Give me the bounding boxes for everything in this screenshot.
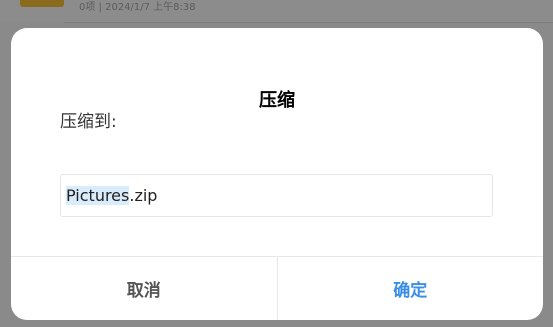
filename-selected-text: Pictures xyxy=(66,186,130,205)
file-meta: 0项 | 2024/1/7 上午8:38 xyxy=(79,2,196,13)
filename-extension: .zip xyxy=(129,186,158,205)
filename-input[interactable]: Pictures .zip xyxy=(60,174,493,217)
compress-dialog: 压缩 压缩到: Pictures .zip 取消 确定 xyxy=(11,28,543,320)
confirm-button[interactable]: 确定 xyxy=(278,257,544,320)
cancel-button[interactable]: 取消 xyxy=(11,257,277,320)
compress-to-label: 压缩到: xyxy=(60,112,117,132)
dialog-footer: 取消 确定 xyxy=(11,256,543,320)
folder-icon xyxy=(20,0,64,7)
background-file-row: 0项 | 2024/1/7 上午8:38 xyxy=(0,0,553,22)
divider xyxy=(64,22,553,23)
